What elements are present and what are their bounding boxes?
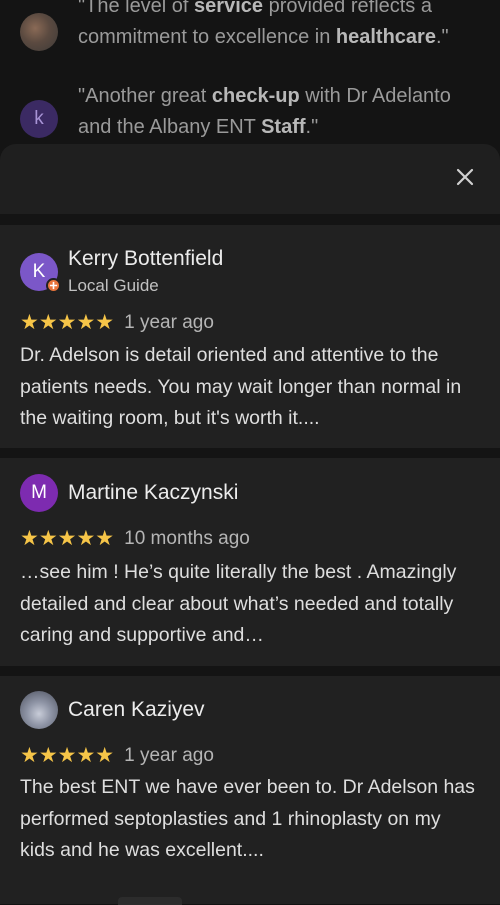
review-card[interactable]: M Martine Kaczynski ★★★★★ 10 months ago … xyxy=(0,458,500,666)
review-date: 1 year ago xyxy=(124,312,214,333)
star-rating: ★★★★★ xyxy=(20,744,115,767)
background-review-summary: "The level of service provided reflects … xyxy=(0,0,500,160)
review-text[interactable]: The best ENT we have ever been to. Dr Ad… xyxy=(20,772,480,867)
snippet-text-part: "Another great xyxy=(78,85,212,107)
avatar-letter: M xyxy=(31,482,47,503)
snippet-text-part: ." xyxy=(435,26,449,48)
divider xyxy=(0,666,500,676)
review-snippet[interactable]: k "Another great check-up with Dr Adelan… xyxy=(20,81,478,143)
review-date: 10 months ago xyxy=(124,528,250,549)
avatar-letter: K xyxy=(32,261,46,282)
highlighted-keyword: service xyxy=(194,0,264,17)
avatar[interactable] xyxy=(20,691,58,729)
reviewer-name[interactable]: Martine Kaczynski xyxy=(68,480,238,506)
review-card[interactable]: K Kerry Bottenfield Local Guide ★★★★★ 1 … xyxy=(0,225,500,448)
local-guide-badge-icon xyxy=(46,278,61,293)
snippet-text: "The level of service provided reflects … xyxy=(78,0,478,53)
star-icons: ★★★★★ xyxy=(20,527,115,550)
highlighted-keyword: Staff xyxy=(261,116,306,138)
highlighted-keyword: healthcare xyxy=(335,26,436,48)
divider xyxy=(0,448,500,458)
review-card[interactable]: Caren Kaziyev ★★★★★ 1 year ago The best … xyxy=(0,676,500,904)
avatar xyxy=(20,13,58,51)
close-icon xyxy=(456,168,474,186)
highlighted-keyword: check-up xyxy=(211,85,300,107)
star-rating: ★★★★★ xyxy=(20,527,115,550)
star-icons: ★★★★★ xyxy=(20,311,115,334)
review-text[interactable]: Dr. Adelson is detail oriented and atten… xyxy=(20,340,480,435)
star-icons: ★★★★★ xyxy=(20,744,115,767)
divider xyxy=(0,214,500,225)
reviewer-name[interactable]: Kerry Bottenfield xyxy=(68,246,223,272)
review-date: 1 year ago xyxy=(124,745,214,766)
avatar[interactable]: K xyxy=(20,253,61,293)
avatar: k xyxy=(20,100,58,138)
avatar[interactable]: M xyxy=(20,474,58,512)
snippet-text: "Another great check-up with Dr Adelanto… xyxy=(78,81,478,143)
reviewer-name[interactable]: Caren Kaziyev xyxy=(68,697,205,723)
reviewer-subtitle: Local Guide xyxy=(68,276,159,295)
snippet-text-part: ." xyxy=(305,116,319,138)
close-button[interactable] xyxy=(452,164,478,190)
review-text[interactable]: …see him ! He’s quite literally the best… xyxy=(20,557,480,652)
snippet-text-part: "The level of xyxy=(78,0,195,17)
review-snippet[interactable]: "The level of service provided reflects … xyxy=(20,0,478,53)
star-rating: ★★★★★ xyxy=(20,311,115,334)
